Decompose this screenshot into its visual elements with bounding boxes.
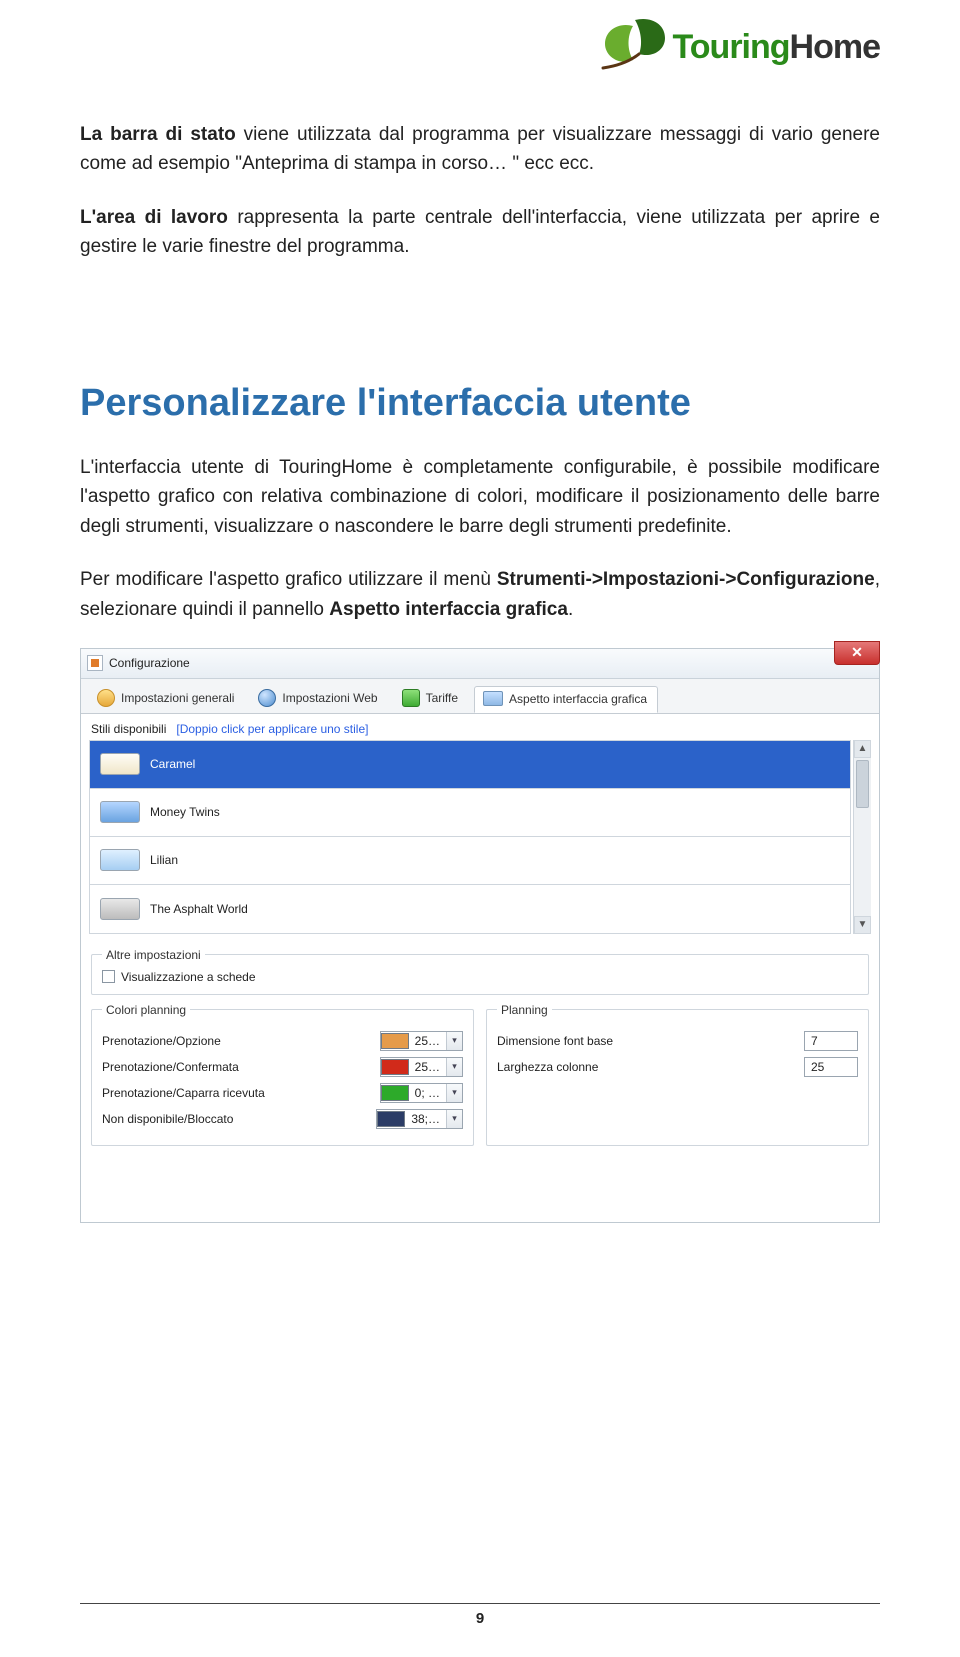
p4-e: . <box>568 599 573 620</box>
scroll-up-button[interactable]: ▲ <box>854 740 871 758</box>
tab-label: Impostazioni Web <box>282 691 377 705</box>
styles-hint: [Doppio click per applicare uno stile] <box>176 722 368 736</box>
color-combo[interactable]: 25… ▾ <box>380 1057 463 1077</box>
styles-header: Stili disponibili [Doppio click per appl… <box>81 714 879 740</box>
p4-d: Aspetto interfaccia grafica <box>329 599 568 620</box>
heading-personalizzare: Personalizzare l'interfaccia utente <box>80 382 880 425</box>
brand-touring: Touring <box>673 28 790 66</box>
swatch-icon <box>100 801 140 823</box>
color-label: Non disponibile/Bloccato <box>102 1112 376 1126</box>
styles-list[interactable]: Caramel Money Twins Lilian The Asph <box>89 740 851 934</box>
p1-lead: La barra di stato <box>80 124 236 145</box>
color-row-confermata: Prenotazione/Confermata 25… ▾ <box>102 1057 463 1077</box>
page-number: 9 <box>80 1610 880 1627</box>
colori-title: Colori planning <box>102 1003 190 1017</box>
close-button[interactable]: ✕ <box>834 641 880 665</box>
color-chip-icon <box>377 1111 405 1127</box>
planning-label: Larghezza colonne <box>497 1060 804 1074</box>
checkbox-icon[interactable] <box>102 970 115 983</box>
styles-label: Stili disponibili <box>91 722 166 736</box>
app-icon <box>87 655 103 671</box>
style-name: Money Twins <box>150 805 220 819</box>
style-row-asphalt[interactable]: The Asphalt World <box>90 885 850 933</box>
chevron-down-icon[interactable]: ▾ <box>446 1110 462 1128</box>
tab-impostazioni-generali[interactable]: Impostazioni generali <box>89 685 244 713</box>
color-value: 25… <box>409 1034 446 1048</box>
paragraph-2: L'area di lavoro rappresenta la parte ce… <box>80 203 880 262</box>
brand-logo: TouringHome <box>593 12 880 82</box>
content-area: La barra di stato viene utilizzata dal p… <box>80 120 880 1223</box>
color-label: Prenotazione/Confermata <box>102 1060 380 1074</box>
planning-value-colwidth[interactable]: 25 <box>804 1057 858 1077</box>
style-row-caramel[interactable]: Caramel <box>90 741 850 789</box>
color-combo[interactable]: 0; … ▾ <box>380 1083 463 1103</box>
checkbox-row-vis-schede[interactable]: Visualizzazione a schede <box>102 970 858 984</box>
planning-label: Dimensione font base <box>497 1034 804 1048</box>
checkbox-label: Visualizzazione a schede <box>121 970 256 984</box>
color-chip-icon <box>381 1033 409 1049</box>
color-combo[interactable]: 38;… ▾ <box>376 1109 463 1129</box>
color-value: 38;… <box>405 1112 446 1126</box>
tab-tariffe[interactable]: Tariffe <box>394 685 468 713</box>
color-chip-icon <box>381 1085 409 1101</box>
footer-rule <box>80 1603 880 1604</box>
fieldset-planning: Planning Dimensione font base 7 Larghezz… <box>486 1003 869 1146</box>
tabs-row: Impostazioni generali Impostazioni Web T… <box>81 679 879 714</box>
brand-home: Home <box>790 28 880 66</box>
color-label: Prenotazione/Caparra ricevuta <box>102 1086 380 1100</box>
swatch-icon <box>100 753 140 775</box>
window-titlebar[interactable]: Configurazione ✕ <box>81 649 879 679</box>
tab-label: Impostazioni generali <box>121 691 234 705</box>
p4-b: Strumenti->Impostazioni->Configurazione <box>497 569 875 590</box>
picture-icon <box>483 691 503 706</box>
globe-icon <box>258 689 276 707</box>
document-page: TouringHome La barra di stato viene util… <box>0 0 960 1223</box>
paragraph-3: L'interfaccia utente di TouringHome è co… <box>80 453 880 541</box>
scroll-down-button[interactable]: ▼ <box>854 916 871 934</box>
color-value: 25… <box>409 1060 446 1074</box>
tab-panel-aspetto: Stili disponibili [Doppio click per appl… <box>81 714 879 1222</box>
p4-a: Per modificare l'aspetto grafico utilizz… <box>80 569 497 590</box>
color-combo[interactable]: 25… ▾ <box>380 1031 463 1051</box>
calculator-icon <box>402 689 420 707</box>
page-footer: 9 <box>80 1603 880 1627</box>
style-name: The Asphalt World <box>150 902 248 916</box>
fieldset-colori-planning: Colori planning Prenotazione/Opzione 25…… <box>91 1003 474 1146</box>
planning-row-font: Dimensione font base 7 <box>497 1031 858 1051</box>
planning-title: Planning <box>497 1003 552 1017</box>
fieldset-altre-impostazioni: Altre impostazioni Visualizzazione a sch… <box>91 948 869 995</box>
tab-label: Aspetto interfaccia grafica <box>509 692 647 706</box>
chevron-down-icon[interactable]: ▾ <box>446 1058 462 1076</box>
style-name: Lilian <box>150 853 178 867</box>
paragraph-1: La barra di stato viene utilizzata dal p… <box>80 120 880 179</box>
color-label: Prenotazione/Opzione <box>102 1034 380 1048</box>
style-row-money-twins[interactable]: Money Twins <box>90 789 850 837</box>
scroll-thumb[interactable] <box>856 760 869 808</box>
chevron-down-icon[interactable]: ▾ <box>446 1084 462 1102</box>
tab-aspetto-interfaccia[interactable]: Aspetto interfaccia grafica <box>474 686 658 713</box>
wrench-icon <box>97 689 115 707</box>
p2-lead: L'area di lavoro <box>80 207 228 228</box>
color-row-opzione: Prenotazione/Opzione 25… ▾ <box>102 1031 463 1051</box>
style-name: Caramel <box>150 757 195 771</box>
color-chip-icon <box>381 1059 409 1075</box>
swatch-icon <box>100 849 140 871</box>
planning-row-colwidth: Larghezza colonne 25 <box>497 1057 858 1077</box>
tab-impostazioni-web[interactable]: Impostazioni Web <box>250 685 387 713</box>
paragraph-4: Per modificare l'aspetto grafico utilizz… <box>80 565 880 624</box>
swatch-icon <box>100 898 140 920</box>
window-title: Configurazione <box>109 656 190 670</box>
color-row-caparra: Prenotazione/Caparra ricevuta 0; … ▾ <box>102 1083 463 1103</box>
brand-text: TouringHome <box>673 28 880 67</box>
styles-scrollbar[interactable]: ▲ ▼ <box>853 740 871 934</box>
style-row-lilian[interactable]: Lilian <box>90 837 850 885</box>
altre-title: Altre impostazioni <box>102 948 205 962</box>
planning-value-font[interactable]: 7 <box>804 1031 858 1051</box>
color-value: 0; … <box>409 1086 446 1100</box>
chevron-down-icon[interactable]: ▾ <box>446 1032 462 1050</box>
leaf-icon <box>593 12 673 82</box>
tab-label: Tariffe <box>426 691 458 705</box>
color-row-bloccato: Non disponibile/Bloccato 38;… ▾ <box>102 1109 463 1129</box>
config-window: Configurazione ✕ Impostazioni generali I… <box>80 648 880 1223</box>
